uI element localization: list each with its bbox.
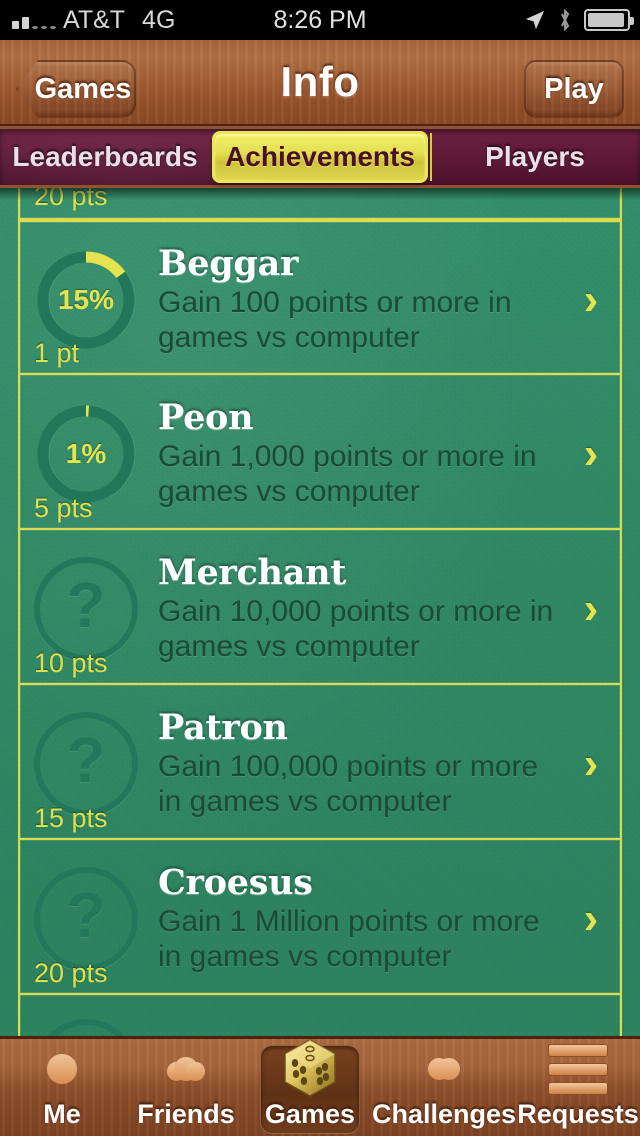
row-points-label: 20 pts <box>34 188 108 211</box>
row-text: Croesus Gain 1 Million points or more in… <box>144 862 574 975</box>
table-row[interactable]: ? Croesus Gain 1 Million points or more … <box>18 840 622 995</box>
play-button-label: Play <box>544 72 604 105</box>
tab-bar-item-me[interactable]: Me <box>0 1039 124 1136</box>
nav-bar: Games Info Play <box>0 40 640 126</box>
locked-glyph: ? <box>66 723 106 796</box>
row-points-label: 1 pt <box>34 338 80 368</box>
tab-bar-item-challenges[interactable]: Challenges <box>372 1039 516 1136</box>
tab-achievements-label: Achievements <box>225 141 415 172</box>
chevron-right-icon[interactable]: › <box>574 277 620 322</box>
locked-question-mark-icon: ? <box>34 1019 138 1036</box>
two-people-icon <box>427 1039 460 1099</box>
achievement-description: Gain 100 points or more in games vs comp… <box>158 286 512 354</box>
achievement-title: Merchant <box>158 552 347 594</box>
achievement-description: Gain 100,000 points or more in games vs … <box>158 750 539 818</box>
progress-ring: 15% <box>34 248 138 352</box>
achievement-description: Gain 10,000 points or more in games vs c… <box>158 595 554 663</box>
locked-question-mark-icon: ? <box>34 556 138 661</box>
chevron-right-icon[interactable]: › <box>574 896 620 941</box>
page-title: Info <box>280 58 360 105</box>
tab-bar-item-games[interactable]: Games <box>248 1039 372 1136</box>
back-button[interactable]: Games <box>16 60 136 118</box>
locked-question-mark-icon: ? <box>34 711 138 816</box>
person-icon <box>46 1039 77 1099</box>
row-points-label: 20 pts <box>34 958 108 988</box>
chevron-right-icon[interactable]: › <box>574 741 620 786</box>
achievement-description: Gain 1 Million points or more in games v… <box>158 905 540 973</box>
row-text: Merchant Gain 10,000 points or more in g… <box>144 552 574 665</box>
status-bar: AT&T 4G 8:26 PM <box>0 0 640 40</box>
progress-percent-label: 15% <box>57 283 115 315</box>
list-rows: 20 pts 15% Beggar Gain 100 points or mor… <box>18 188 622 1036</box>
tab-bar: Me Friends Games Challenges Requests <box>0 1036 640 1136</box>
tab-players-label: Players <box>485 141 585 172</box>
tab-players[interactable]: Players <box>430 129 640 185</box>
row-points-label: 5 pts <box>34 493 93 523</box>
row-points-label: 10 pts <box>34 648 108 678</box>
segmented-control: Leaderboards Achievements Players <box>0 126 640 188</box>
achievements-list[interactable]: 20 pts 15% Beggar Gain 100 points or mor… <box>0 188 640 1036</box>
location-arrow-icon <box>525 10 545 30</box>
table-row[interactable]: ? Patron Gain 100,000 points or more in … <box>18 685 622 840</box>
row-points-label: 15 pts <box>34 803 108 833</box>
table-row[interactable]: ? Merchant Gain 10,000 points or more in… <box>18 530 622 685</box>
tab-bar-item-games-label: Games <box>264 1099 355 1129</box>
tab-leaderboards[interactable]: Leaderboards <box>0 129 210 185</box>
tab-bar-item-challenges-label: Challenges <box>371 1099 516 1129</box>
progress-percent-label: 1% <box>65 437 107 469</box>
table-row[interactable]: 1% Peon Gain 1,000 points or more in gam… <box>18 375 622 530</box>
tab-bar-item-requests-label: Requests <box>517 1099 639 1129</box>
achievement-title: Patron <box>158 707 288 749</box>
locked-glyph: ? <box>66 878 106 951</box>
status-bar-right <box>524 0 634 40</box>
tab-bar-item-friends-label: Friends <box>137 1099 235 1129</box>
tab-bar-item-requests[interactable]: Requests <box>516 1039 640 1136</box>
chevron-right-icon[interactable]: › <box>574 431 620 476</box>
bluetooth-icon <box>561 8 570 32</box>
row-text: Beggar Gain 100 points or more in games … <box>144 243 574 356</box>
table-row[interactable]: 15% Beggar Gain 100 points or more in ga… <box>18 220 622 375</box>
list-lines-icon <box>547 1039 608 1099</box>
locked-glyph: ? <box>66 568 106 641</box>
locked-question-mark-icon: ? <box>34 866 138 971</box>
achievement-title: Beggar <box>158 243 299 285</box>
list-item-partial-top[interactable]: 20 pts <box>18 188 622 220</box>
row-text: Patron Gain 100,000 points or more in ga… <box>144 707 574 820</box>
tab-leaderboards-label: Leaderboards <box>12 141 198 172</box>
row-text: Peon Gain 1,000 points or more in games … <box>144 397 574 510</box>
dice-icon <box>279 1037 341 1099</box>
battery-icon <box>584 9 634 31</box>
play-button[interactable]: Play <box>524 60 624 118</box>
tab-bar-item-friends[interactable]: Friends <box>124 1039 248 1136</box>
back-button-label: Games <box>34 72 132 105</box>
progress-ring: 1% <box>34 402 138 506</box>
list-item-partial-bottom[interactable]: ? <box>18 995 622 1036</box>
tab-achievements[interactable]: Achievements <box>212 131 428 183</box>
achievement-description: Gain 1,000 points or more in games vs co… <box>158 440 537 508</box>
people-group-icon <box>166 1039 205 1099</box>
achievement-title: Croesus <box>158 862 313 904</box>
achievement-title: Peon <box>158 397 254 439</box>
chevron-right-icon[interactable]: › <box>574 586 620 631</box>
tab-bar-item-me-label: Me <box>43 1099 81 1129</box>
